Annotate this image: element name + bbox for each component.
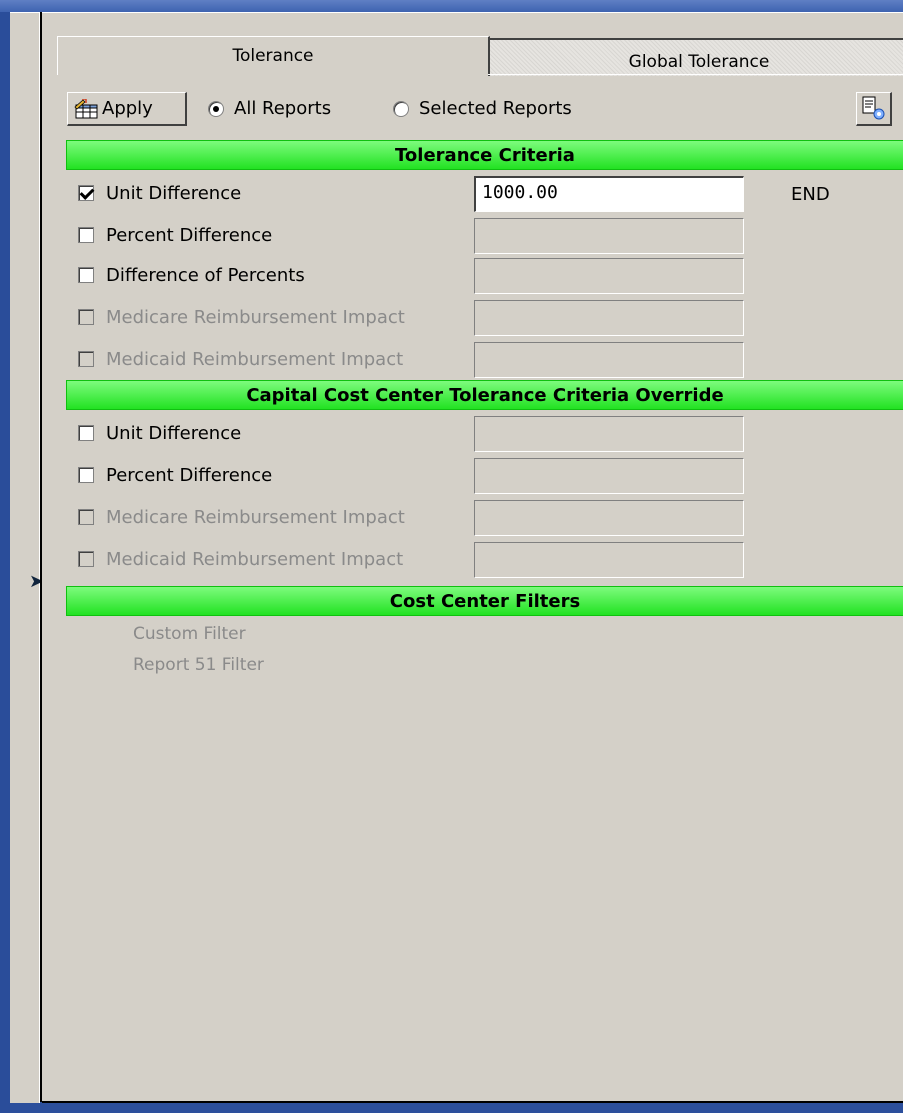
custom-filter-item[interactable]: Custom Filter — [133, 624, 246, 644]
row-capital-medicaid-impact: Medicaid Reimbursement Impact — [78, 544, 403, 574]
capital-medicare-impact-label: Medicare Reimbursement Impact — [106, 506, 405, 528]
row-medicare-impact: Medicare Reimbursement Impact — [78, 302, 405, 332]
window-top-bar — [0, 0, 903, 12]
apply-table-icon — [73, 97, 99, 119]
cost-center-filters-title: Cost Center Filters — [389, 590, 581, 612]
difference-of-percents-input — [474, 258, 744, 294]
row-capital-unit-difference[interactable]: Unit Difference — [78, 418, 241, 448]
unit-difference-checkbox[interactable] — [78, 185, 94, 201]
percent-difference-input — [474, 218, 744, 254]
tab-global-tolerance[interactable]: Global Tolerance — [488, 38, 903, 76]
capital-unit-difference-input — [474, 416, 744, 452]
capital-percent-difference-checkbox[interactable] — [78, 467, 94, 483]
all-reports-radio-indicator[interactable] — [208, 100, 224, 117]
medicaid-impact-input — [474, 342, 744, 378]
cost-center-filters-header: Cost Center Filters — [66, 586, 903, 616]
window-left-border — [0, 12, 10, 1113]
panel-bottom-edge — [42, 1101, 903, 1103]
capital-percent-difference-input — [474, 458, 744, 494]
capital-percent-difference-label: Percent Difference — [106, 464, 273, 486]
difference-of-percents-checkbox[interactable] — [78, 267, 94, 283]
medicare-impact-label: Medicare Reimbursement Impact — [106, 306, 405, 328]
unit-difference-input[interactable] — [474, 176, 744, 212]
capital-unit-difference-label: Unit Difference — [106, 422, 242, 444]
capital-override-title: Capital Cost Center Tolerance Criteria O… — [246, 384, 724, 406]
row-capital-percent-difference[interactable]: Percent Difference — [78, 460, 272, 490]
report-51-filter-item[interactable]: Report 51 Filter — [133, 655, 264, 675]
row-medicaid-impact: Medicaid Reimbursement Impact — [78, 344, 403, 374]
capital-medicaid-impact-input — [474, 542, 744, 578]
medicaid-impact-label: Medicaid Reimbursement Impact — [106, 348, 404, 370]
panel-top-edge — [42, 12, 903, 27]
unit-difference-value[interactable] — [476, 178, 743, 211]
tab-global-tolerance-label: Global Tolerance — [628, 52, 770, 72]
selected-reports-radio[interactable]: Selected Reports — [393, 98, 572, 119]
all-reports-radio[interactable]: All Reports — [208, 98, 331, 119]
apply-button-label: Apply — [102, 98, 153, 119]
capital-override-header: Capital Cost Center Tolerance Criteria O… — [66, 380, 903, 410]
report-settings-button[interactable] — [856, 92, 892, 126]
all-reports-label: All Reports — [234, 98, 332, 119]
selected-reports-radio-indicator[interactable] — [393, 100, 409, 117]
capital-medicare-impact-checkbox — [78, 509, 94, 525]
tab-separator — [488, 74, 903, 75]
capital-medicaid-impact-checkbox — [78, 551, 94, 567]
tab-tolerance-label: Tolerance — [232, 46, 314, 66]
apply-button[interactable]: Apply — [67, 92, 187, 126]
percent-difference-label: Percent Difference — [106, 224, 273, 246]
tab-tolerance[interactable]: Tolerance — [57, 36, 490, 75]
capital-medicaid-impact-label: Medicaid Reimbursement Impact — [106, 548, 404, 570]
unit-difference-label: Unit Difference — [106, 182, 242, 204]
selected-reports-label: Selected Reports — [419, 98, 572, 119]
medicare-impact-input — [474, 300, 744, 336]
medicare-impact-checkbox — [78, 309, 94, 325]
row-difference-of-percents[interactable]: Difference of Percents — [78, 260, 305, 290]
row-unit-difference[interactable]: Unit Difference — [78, 178, 241, 208]
percent-difference-checkbox[interactable] — [78, 227, 94, 243]
tolerance-panel: Tolerance Global Tolerance Apply All Rep… — [40, 12, 903, 1103]
report-gear-icon — [862, 96, 885, 120]
end-label: END — [791, 184, 830, 205]
capital-unit-difference-checkbox[interactable] — [78, 425, 94, 441]
tolerance-criteria-header: Tolerance Criteria — [66, 140, 903, 170]
collapsed-side-panel[interactable]: ➤ — [10, 12, 44, 1103]
capital-medicare-impact-input — [474, 500, 744, 536]
medicaid-impact-checkbox — [78, 351, 94, 367]
row-capital-medicare-impact: Medicare Reimbursement Impact — [78, 502, 405, 532]
row-percent-difference[interactable]: Percent Difference — [78, 220, 272, 250]
tolerance-criteria-title: Tolerance Criteria — [395, 144, 575, 166]
difference-of-percents-label: Difference of Percents — [106, 264, 305, 286]
